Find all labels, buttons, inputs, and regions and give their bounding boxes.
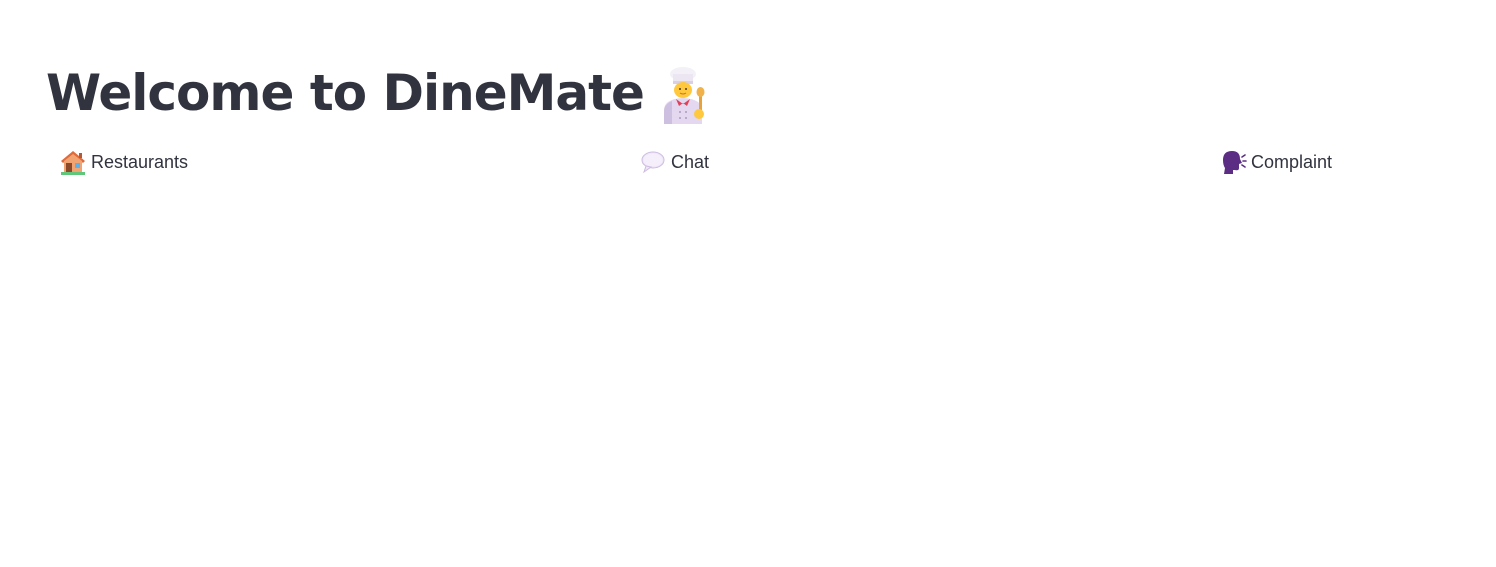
nav-link-label: Chat bbox=[671, 151, 710, 172]
speech-bubble-icon bbox=[639, 148, 667, 176]
page: Welcome to DineMate Restaurants Chat Com… bbox=[0, 0, 1496, 567]
nav-link-restaurants[interactable]: Restaurants bbox=[59, 146, 188, 178]
house-icon bbox=[59, 148, 87, 176]
page-title: Welcome to DineMate bbox=[46, 64, 645, 122]
title-row: Welcome to DineMate bbox=[46, 62, 708, 124]
nav-bar: Restaurants Chat Complaint bbox=[0, 146, 1496, 178]
nav-link-label: Restaurants bbox=[91, 151, 189, 172]
nav-link-chat[interactable]: Chat bbox=[639, 146, 709, 178]
nav-link-label: Complaint bbox=[1251, 151, 1333, 172]
speaking-head-icon bbox=[1219, 148, 1247, 176]
nav-link-complaint[interactable]: Complaint bbox=[1219, 146, 1332, 178]
cook-icon bbox=[658, 66, 708, 124]
